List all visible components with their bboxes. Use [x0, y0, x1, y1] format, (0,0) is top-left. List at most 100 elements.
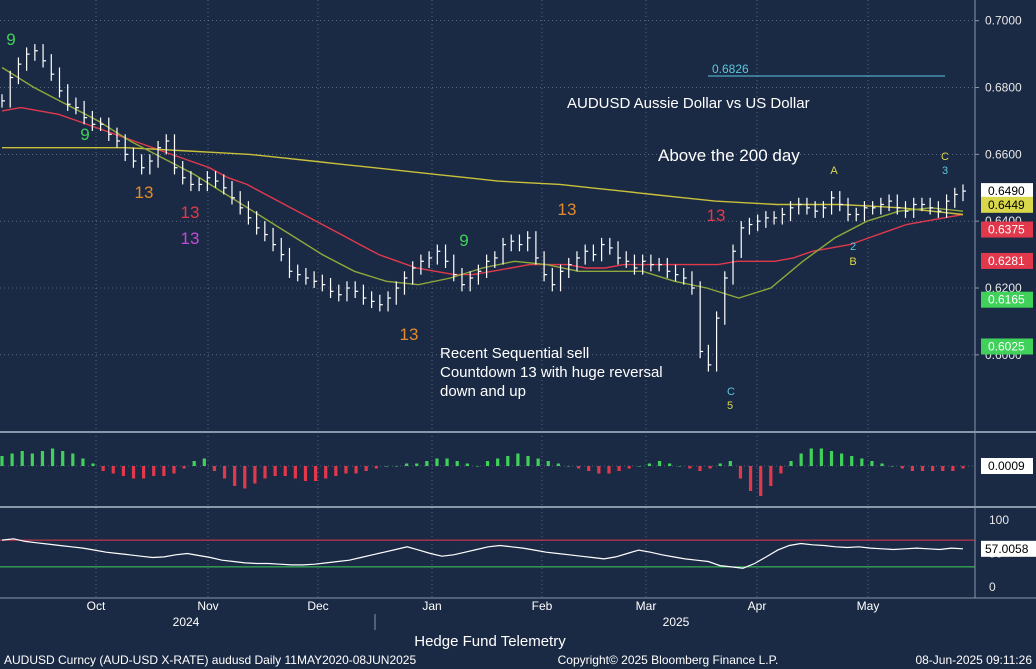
price-label-text: 0.6375 — [988, 223, 1025, 237]
macd-bar — [526, 456, 530, 466]
macd-bar — [465, 463, 469, 466]
macd-bar — [131, 466, 136, 479]
macd-bar — [748, 466, 753, 491]
chart-root: 0.0009 10050057.0058 0.70000.68000.66000… — [0, 0, 1036, 669]
macd-bar — [829, 451, 834, 466]
td-label: 13 — [181, 203, 200, 222]
macd-bar — [657, 461, 662, 466]
td-label: 13 — [558, 200, 577, 219]
macd-bar — [202, 458, 206, 466]
macd-bar — [91, 463, 95, 466]
annotation-above-200-day: Above the 200 day — [658, 146, 800, 165]
macd-bar — [172, 466, 176, 474]
macd-bar — [142, 466, 146, 479]
macd-bar — [455, 461, 459, 466]
macd-bar — [243, 466, 247, 489]
macd-bar — [931, 466, 935, 471]
td-label: 5 — [727, 400, 733, 412]
macd-bar — [607, 466, 611, 474]
td-label: A — [830, 165, 838, 177]
month-label: Apr — [748, 599, 767, 613]
price-label-text: 0.6165 — [988, 293, 1025, 307]
rsi-value-text: 57.0058 — [985, 542, 1029, 556]
macd-bar — [233, 466, 237, 486]
macd-bar — [779, 466, 783, 474]
td-label: 13 — [135, 183, 154, 202]
macd-bar — [718, 463, 722, 466]
macd-bar — [405, 463, 409, 466]
macd-bar — [415, 463, 419, 466]
macd-bar — [212, 466, 217, 471]
td-label: 9 — [6, 30, 15, 49]
td-label: B — [849, 256, 856, 268]
td-label: 13 — [707, 206, 726, 225]
macd-bar — [61, 451, 65, 466]
annotation-line-1: Recent Sequential sell — [440, 345, 589, 362]
macd-bar — [394, 466, 399, 467]
macd-bar — [192, 461, 196, 466]
price-label-text: 0.6025 — [988, 339, 1025, 353]
month-label: May — [857, 599, 880, 613]
month-label: Dec — [307, 599, 328, 613]
macd-bar — [850, 456, 854, 466]
month-label: Oct — [87, 599, 106, 613]
td-label: 9 — [80, 125, 89, 144]
macd-bar — [374, 466, 378, 469]
macd-bar — [789, 461, 793, 466]
macd-bar — [10, 453, 14, 466]
macd-bar — [566, 466, 571, 467]
macd-bar — [0, 456, 4, 466]
macd-bar — [920, 466, 925, 471]
macd-bar — [182, 466, 186, 469]
macd-bar — [668, 463, 672, 466]
macd-bar — [354, 466, 358, 474]
macd-bar — [941, 466, 945, 471]
macd-bar — [840, 453, 844, 466]
macd-bar — [860, 458, 864, 466]
macd-bar — [384, 466, 388, 467]
td-label: 3 — [942, 165, 948, 177]
macd-bar — [293, 466, 297, 479]
macd-bar — [799, 453, 803, 466]
td-label: 9 — [459, 231, 468, 250]
macd-bar — [485, 461, 490, 466]
price-label-text: 0.6449 — [988, 198, 1025, 212]
macd-bar — [445, 458, 449, 466]
macd-bar — [475, 466, 480, 467]
y-tick-label: 0.7000 — [985, 14, 1022, 28]
macd-bar — [81, 458, 85, 466]
macd-bar — [951, 466, 955, 471]
macd-bar — [809, 448, 813, 466]
macd-bar — [313, 466, 318, 481]
macd-value-text: 0.0009 — [988, 459, 1025, 473]
macd-bar — [728, 461, 732, 466]
macd-bar — [334, 466, 338, 476]
macd-bar — [627, 466, 631, 469]
macd-bar — [890, 466, 894, 467]
level-label-6826: 0.6826 — [712, 62, 749, 76]
td-label: 13 — [400, 325, 419, 344]
annotation-line-2: Countdown 13 with huge reversal — [440, 364, 663, 381]
footer-copyright: Copyright© 2025 Bloomberg Finance L.P. — [558, 653, 779, 667]
rsi-tick-label: 0 — [989, 580, 996, 594]
macd-bar — [698, 466, 702, 471]
macd-bar — [708, 466, 712, 469]
macd-bar — [587, 466, 591, 471]
month-label: Nov — [197, 599, 218, 613]
macd-bar — [759, 466, 763, 496]
macd-bar — [121, 466, 125, 476]
y-tick-label: 0.6800 — [985, 81, 1022, 95]
macd-bar — [425, 461, 429, 466]
macd-bar — [283, 466, 287, 476]
macd-bar — [647, 463, 652, 466]
macd-bar — [435, 458, 439, 466]
macd-bar — [688, 466, 692, 469]
macd-bar — [516, 453, 520, 466]
price-label-text: 0.6490 — [988, 184, 1025, 198]
macd-bar — [880, 463, 884, 466]
month-label: Mar — [636, 599, 657, 613]
macd-bar — [536, 458, 540, 466]
macd-bar — [30, 453, 34, 466]
macd-bar — [263, 466, 267, 479]
price-label-text: 0.6281 — [988, 254, 1025, 268]
